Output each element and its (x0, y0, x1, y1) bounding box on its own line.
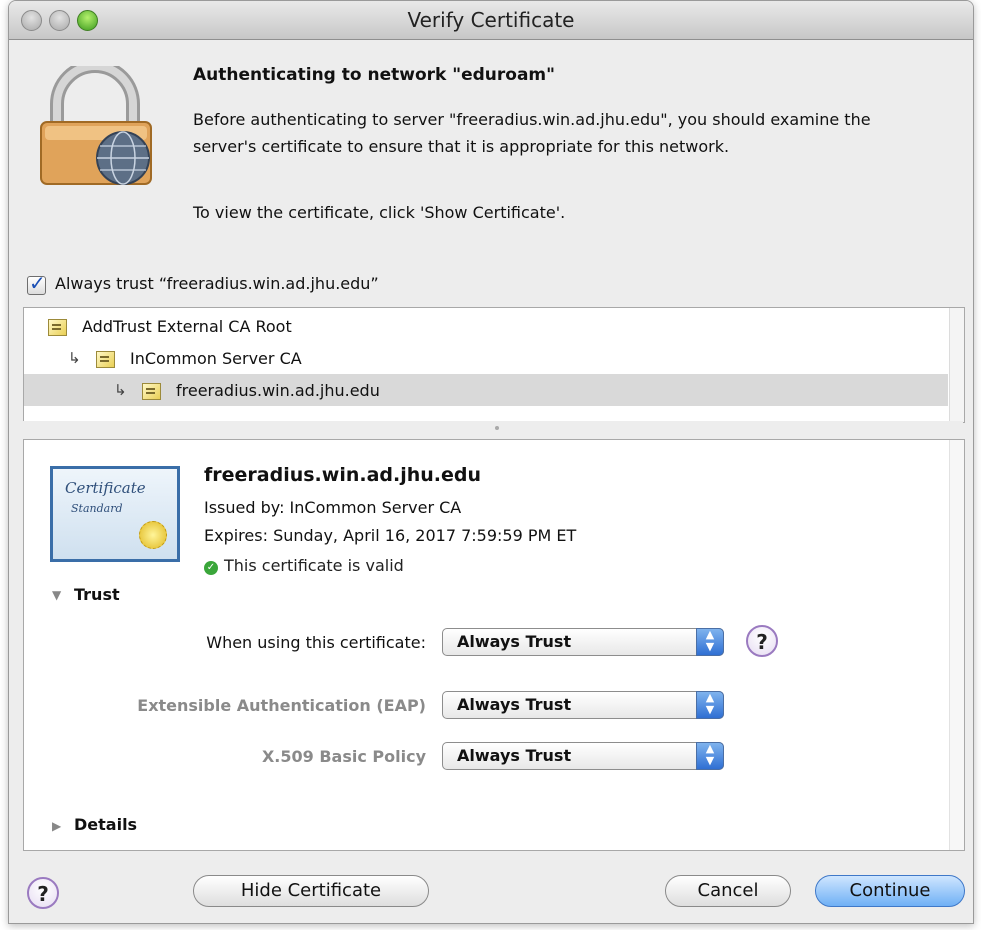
certificate-name: freeradius.win.ad.jhu.edu (204, 464, 482, 486)
eap-trust-select[interactable]: Always Trust ▲ ▼ (442, 691, 724, 719)
certificate-badge-subtitle: Standard (71, 502, 123, 515)
divider-grip (495, 426, 499, 430)
certificate-badge-icon: Certificate Standard (50, 466, 180, 562)
child-arrow-icon: ↳ (114, 381, 127, 399)
certificate-icon (48, 319, 67, 336)
when-using-trust-select[interactable]: Always Trust ▲ ▼ (442, 628, 724, 656)
dialog-heading: Authenticating to network "eduroam" (193, 65, 556, 85)
cert-chain-item-intermediate[interactable]: ↳ InCommon Server CA (24, 342, 948, 374)
cancel-button[interactable]: Cancel (665, 875, 791, 907)
cert-chain-label: InCommon Server CA (130, 349, 302, 368)
window-title: Verify Certificate (407, 8, 575, 32)
x509-trust-select[interactable]: Always Trust ▲ ▼ (442, 742, 724, 770)
help-button[interactable]: ? (27, 877, 59, 909)
select-value: Always Trust (457, 746, 572, 765)
certificate-icon (142, 383, 161, 400)
cert-chain-item-leaf[interactable]: ↳ freeradius.win.ad.jhu.edu (24, 374, 948, 406)
hide-certificate-button[interactable]: Hide Certificate (193, 875, 429, 907)
trust-disclosure-triangle-icon[interactable]: ▼ (52, 588, 61, 602)
lock-icon (37, 59, 157, 194)
certificate-icon (96, 351, 115, 368)
dialog-message: Before authenticating to server "freerad… (193, 110, 871, 156)
cert-chain-label: AddTrust External CA Root (82, 317, 292, 336)
always-trust-checkbox[interactable]: ✓ (27, 271, 46, 295)
details-section-label[interactable]: Details (74, 815, 137, 834)
chain-scrollbar[interactable] (949, 308, 964, 422)
dialog-instruction: To view the certificate, click 'Show Cer… (193, 203, 566, 222)
cert-chain-item-root[interactable]: AddTrust External CA Root (24, 310, 948, 342)
updown-arrows-icon: ▲ ▼ (696, 691, 724, 719)
certificate-chain-list: AddTrust External CA Root ↳ InCommon Ser… (23, 307, 965, 423)
trust-when-using-label: When using this certificate: (206, 633, 426, 652)
trust-x509-label: X.509 Basic Policy (261, 747, 426, 766)
trust-eap-label: Extensible Authentication (EAP) (137, 696, 426, 715)
cert-chain-label: freeradius.win.ad.jhu.edu (176, 381, 380, 400)
certificate-status-text: This certificate is valid (224, 556, 404, 575)
seal-icon (139, 521, 167, 549)
title-bar: Verify Certificate (9, 1, 973, 40)
trust-section-label[interactable]: Trust (74, 585, 120, 604)
updown-arrows-icon: ▲ ▼ (696, 628, 724, 656)
split-view-divider[interactable] (23, 421, 963, 439)
valid-check-icon: ✓ (204, 561, 218, 575)
trust-help-button[interactable]: ? (746, 625, 778, 657)
certificate-issuer: Issued by: InCommon Server CA (204, 498, 462, 517)
verify-certificate-window: Verify Certificate Authenticating to net… (8, 0, 974, 924)
continue-button[interactable]: Continue (815, 875, 965, 907)
detail-scrollbar[interactable] (949, 440, 964, 850)
always-trust-label: Always trust “freeradius.win.ad.jhu.edu” (55, 274, 379, 293)
updown-arrows-icon: ▲ ▼ (696, 742, 724, 770)
child-arrow-icon: ↳ (68, 349, 81, 367)
certificate-badge-title: Certificate (65, 479, 146, 497)
certificate-detail-panel: Certificate Standard freeradius.win.ad.j… (23, 439, 965, 851)
certificate-status: ✓ This certificate is valid (204, 556, 404, 575)
details-disclosure-triangle-icon[interactable]: ▶ (52, 819, 61, 833)
certificate-expiry: Expires: Sunday, April 16, 2017 7:59:59 … (204, 526, 577, 545)
select-value: Always Trust (457, 695, 572, 714)
select-value: Always Trust (457, 632, 572, 651)
checkmark-icon: ✓ (29, 271, 46, 295)
